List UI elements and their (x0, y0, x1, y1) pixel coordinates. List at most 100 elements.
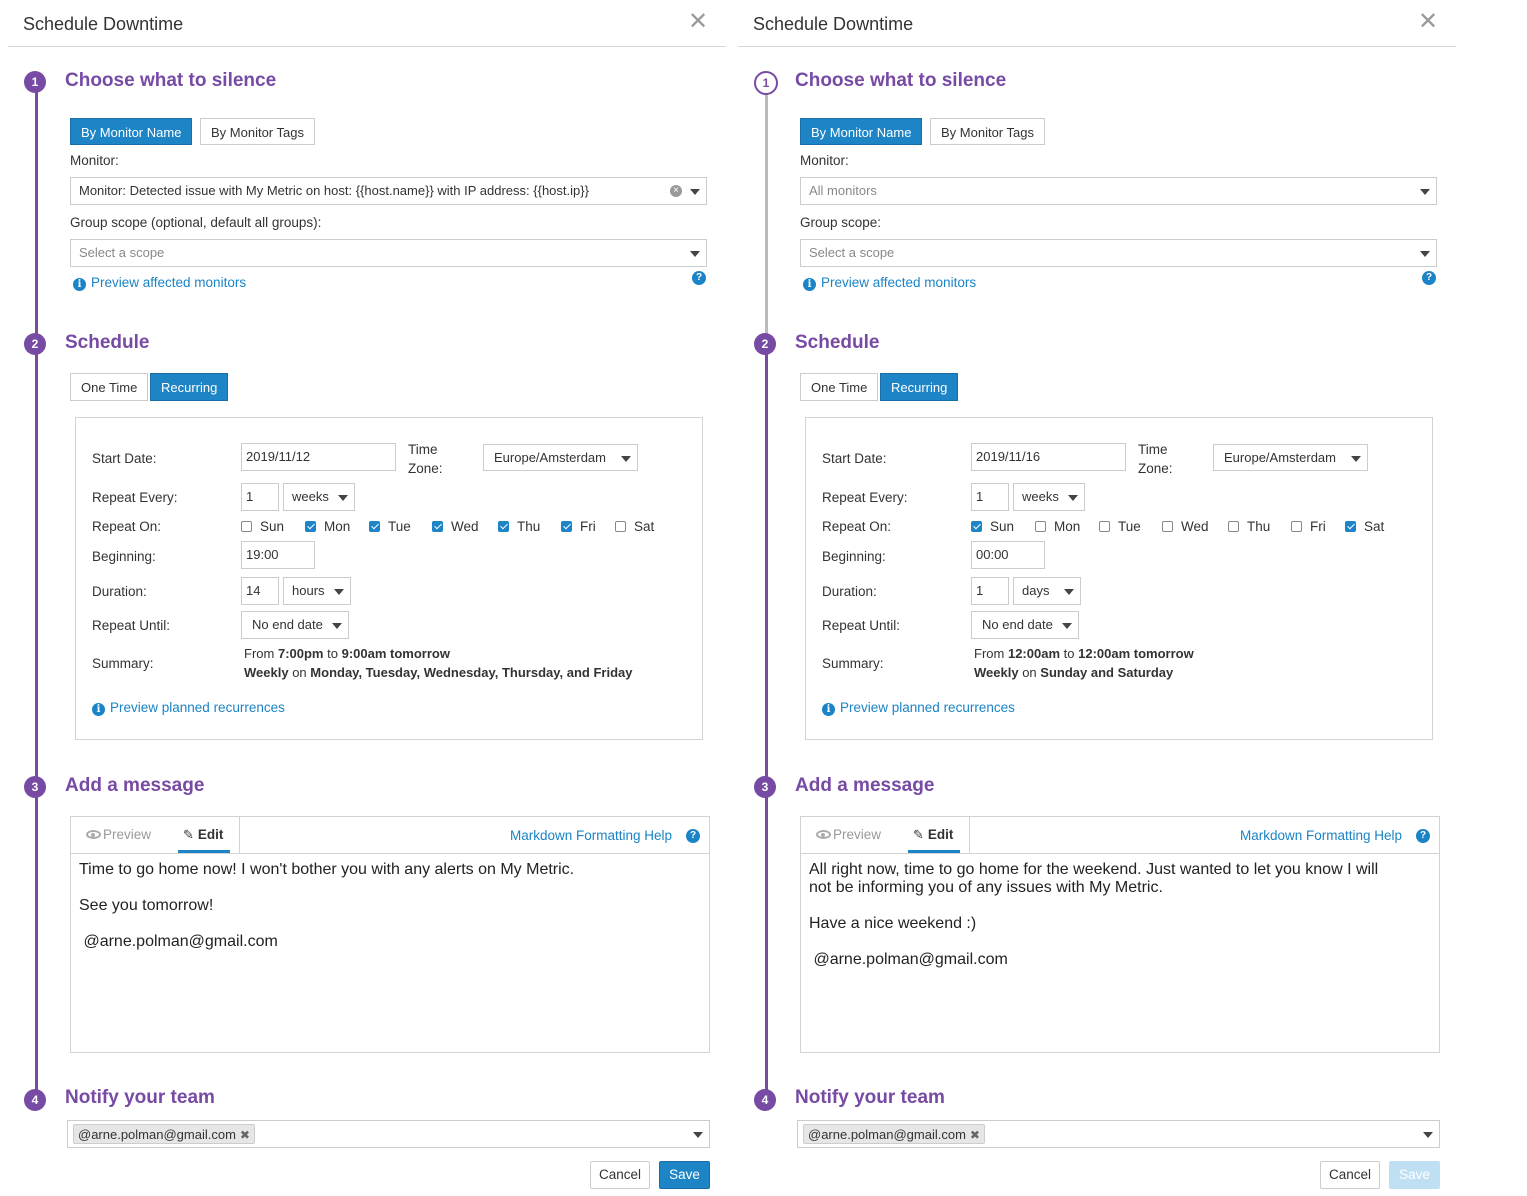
tab-recurring[interactable]: Recurring (150, 373, 229, 401)
tab-by-monitor-tags[interactable]: By Monitor Tags (200, 118, 315, 145)
close-icon[interactable]: ✕ (1418, 10, 1438, 34)
cancel-button[interactable]: Cancel (1320, 1161, 1380, 1189)
remove-tag-icon[interactable]: ✖ (970, 1128, 980, 1142)
help-icon[interactable]: ? (686, 829, 700, 843)
group-scope-select[interactable]: Select a scope (70, 239, 707, 267)
preview-planned-recurrences-label: Preview planned recurrences (840, 700, 1015, 715)
day-label: Mon (1054, 519, 1081, 534)
repeat-every-input[interactable]: 1 (241, 483, 279, 511)
day-checkbox-fri[interactable]: Fri (1291, 519, 1326, 534)
time-zone-label: Time Zone: (408, 440, 443, 478)
day-checkbox-sat[interactable]: Sat (615, 519, 654, 534)
day-label: Thu (1247, 519, 1271, 534)
help-icon[interactable]: ? (1422, 271, 1436, 285)
start-date-label: Start Date: (822, 451, 887, 466)
markdown-help-link[interactable]: Markdown Formatting Help (510, 828, 672, 843)
tab-preview[interactable]: Preview (816, 827, 881, 842)
notify-team-select[interactable]: @arne.polman@gmail.com ✖ (67, 1120, 710, 1148)
day-label: Tue (388, 519, 411, 534)
tab-edit[interactable]: ✎ Edit (183, 827, 223, 843)
duration-input[interactable]: 14 (241, 577, 279, 605)
markdown-help-link[interactable]: Markdown Formatting Help (1240, 828, 1402, 843)
group-scope-label: Group scope: (800, 215, 882, 230)
day-checkbox-sun[interactable]: Sun (241, 519, 284, 534)
day-checkbox-thu[interactable]: Thu (498, 519, 540, 534)
time-zone-label-line1: Time (408, 442, 438, 457)
close-icon[interactable]: ✕ (688, 10, 708, 34)
tab-edit-label: Edit (927, 827, 954, 842)
save-button[interactable]: Save (1389, 1161, 1440, 1189)
duration-unit-select[interactable]: hours (283, 577, 351, 605)
step-2-badge: 2 (24, 333, 46, 355)
section-title-schedule: Schedule (795, 332, 880, 353)
summary-days: Monday, Tuesday, Wednesday, Thursday, an… (310, 665, 633, 680)
day-checkbox-tue[interactable]: Tue (1099, 519, 1141, 534)
dialog-title: Schedule Downtime (23, 14, 184, 34)
group-scope-select[interactable]: Select a scope (800, 239, 1437, 267)
monitor-select[interactable]: Monitor: Detected issue with My Metric o… (70, 177, 707, 205)
day-checkbox-sun[interactable]: Sun (971, 519, 1014, 534)
duration-unit-select[interactable]: days (1013, 577, 1081, 605)
tab-preview[interactable]: Preview (86, 827, 151, 842)
day-checkbox-thu[interactable]: Thu (1228, 519, 1270, 534)
time-zone-select[interactable]: Europe/Amsterdam (1213, 444, 1368, 471)
tab-by-monitor-tags[interactable]: By Monitor Tags (930, 118, 1045, 145)
monitor-select-value: All monitors (809, 183, 877, 198)
caret-down-icon (332, 623, 342, 629)
checkbox-checked-icon (432, 521, 443, 532)
repeat-until-select[interactable]: No end date (241, 611, 349, 639)
day-label: Thu (517, 519, 541, 534)
time-zone-select[interactable]: Europe/Amsterdam (483, 444, 638, 471)
schedule-summary: From 12:00am to 12:00am tomorrow Weekly … (974, 644, 1194, 682)
day-checkbox-mon[interactable]: Mon (1035, 519, 1080, 534)
summary-from: From (974, 646, 1005, 661)
time-zone-label: Time Zone: (1138, 440, 1173, 478)
day-checkbox-wed[interactable]: Wed (1162, 519, 1209, 534)
caret-down-icon (1064, 589, 1074, 595)
preview-affected-monitors-link[interactable]: i Preview affected monitors (803, 275, 976, 291)
day-checkbox-fri[interactable]: Fri (561, 519, 596, 534)
day-checkbox-tue[interactable]: Tue (369, 519, 411, 534)
day-checkbox-sat[interactable]: Sat (1345, 519, 1384, 534)
save-button[interactable]: Save (659, 1161, 710, 1189)
day-checkbox-wed[interactable]: Wed (432, 519, 479, 534)
tab-one-time[interactable]: One Time (800, 373, 879, 401)
beginning-input[interactable]: 00:00 (971, 541, 1045, 569)
preview-planned-recurrences-link[interactable]: i Preview planned recurrences (822, 700, 1015, 716)
caret-down-icon (693, 1132, 703, 1138)
info-icon: i (73, 278, 86, 291)
tab-by-monitor-name[interactable]: By Monitor Name (70, 118, 193, 145)
repeat-unit-select[interactable]: weeks (283, 483, 355, 511)
message-textarea[interactable]: All right now, time to go home for the w… (809, 861, 1429, 969)
message-textarea[interactable]: Time to go home now! I won't bother you … (79, 861, 699, 951)
start-date-label: Start Date: (92, 451, 157, 466)
repeat-until-select[interactable]: No end date (971, 611, 1079, 639)
beginning-input[interactable]: 19:00 (241, 541, 315, 569)
preview-planned-recurrences-link[interactable]: i Preview planned recurrences (92, 700, 285, 716)
help-icon[interactable]: ? (1416, 829, 1430, 843)
section-title-silence: Choose what to silence (795, 70, 1007, 91)
repeat-every-input[interactable]: 1 (971, 483, 1009, 511)
caret-down-icon (621, 456, 631, 462)
tab-recurring[interactable]: Recurring (880, 373, 959, 401)
help-icon[interactable]: ? (692, 271, 706, 285)
remove-tag-icon[interactable]: ✖ (240, 1128, 250, 1142)
tab-divider (969, 817, 970, 853)
section-title-notify: Notify your team (795, 1087, 945, 1108)
repeat-unit-select[interactable]: weeks (1013, 483, 1085, 511)
tab-by-monitor-name[interactable]: By Monitor Name (800, 118, 923, 145)
day-checkbox-mon[interactable]: Mon (305, 519, 350, 534)
cancel-button[interactable]: Cancel (590, 1161, 650, 1189)
start-date-input[interactable]: 2019/11/16 (971, 443, 1126, 471)
monitor-select[interactable]: All monitors (800, 177, 1437, 205)
start-date-input[interactable]: 2019/11/12 (241, 443, 396, 471)
tab-edit[interactable]: ✎ Edit (913, 827, 953, 843)
duration-input[interactable]: 1 (971, 577, 1009, 605)
day-label: Fri (580, 519, 596, 534)
notify-team-select[interactable]: @arne.polman@gmail.com ✖ (797, 1120, 1440, 1148)
message-editor: Preview ✎ Edit Markdown Formatting Help ?… (70, 816, 710, 1053)
clear-icon[interactable]: × (670, 185, 682, 197)
info-icon: i (822, 703, 835, 716)
tab-one-time[interactable]: One Time (70, 373, 149, 401)
preview-affected-monitors-link[interactable]: i Preview affected monitors (73, 275, 246, 291)
